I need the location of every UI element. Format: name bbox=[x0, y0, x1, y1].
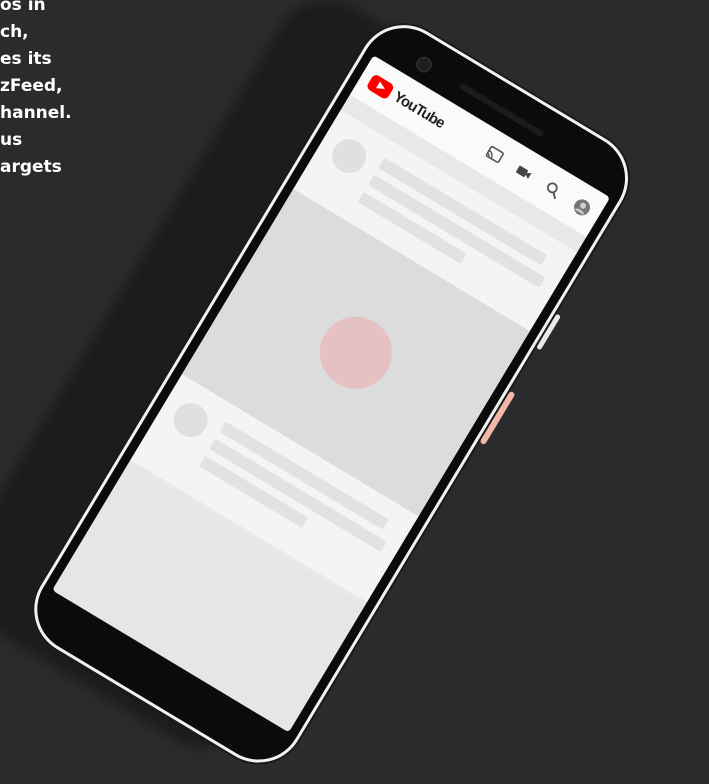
cast-icon[interactable] bbox=[482, 143, 507, 168]
account-avatar-icon[interactable] bbox=[570, 195, 595, 220]
youtube-play-icon bbox=[365, 72, 396, 100]
play-button-ghost bbox=[306, 303, 406, 403]
channel-avatar-placeholder bbox=[167, 396, 214, 444]
camera-icon[interactable] bbox=[511, 160, 536, 185]
phone-scene: YouTube bbox=[0, 0, 709, 780]
search-icon[interactable] bbox=[541, 178, 566, 203]
channel-avatar-placeholder bbox=[325, 132, 373, 180]
